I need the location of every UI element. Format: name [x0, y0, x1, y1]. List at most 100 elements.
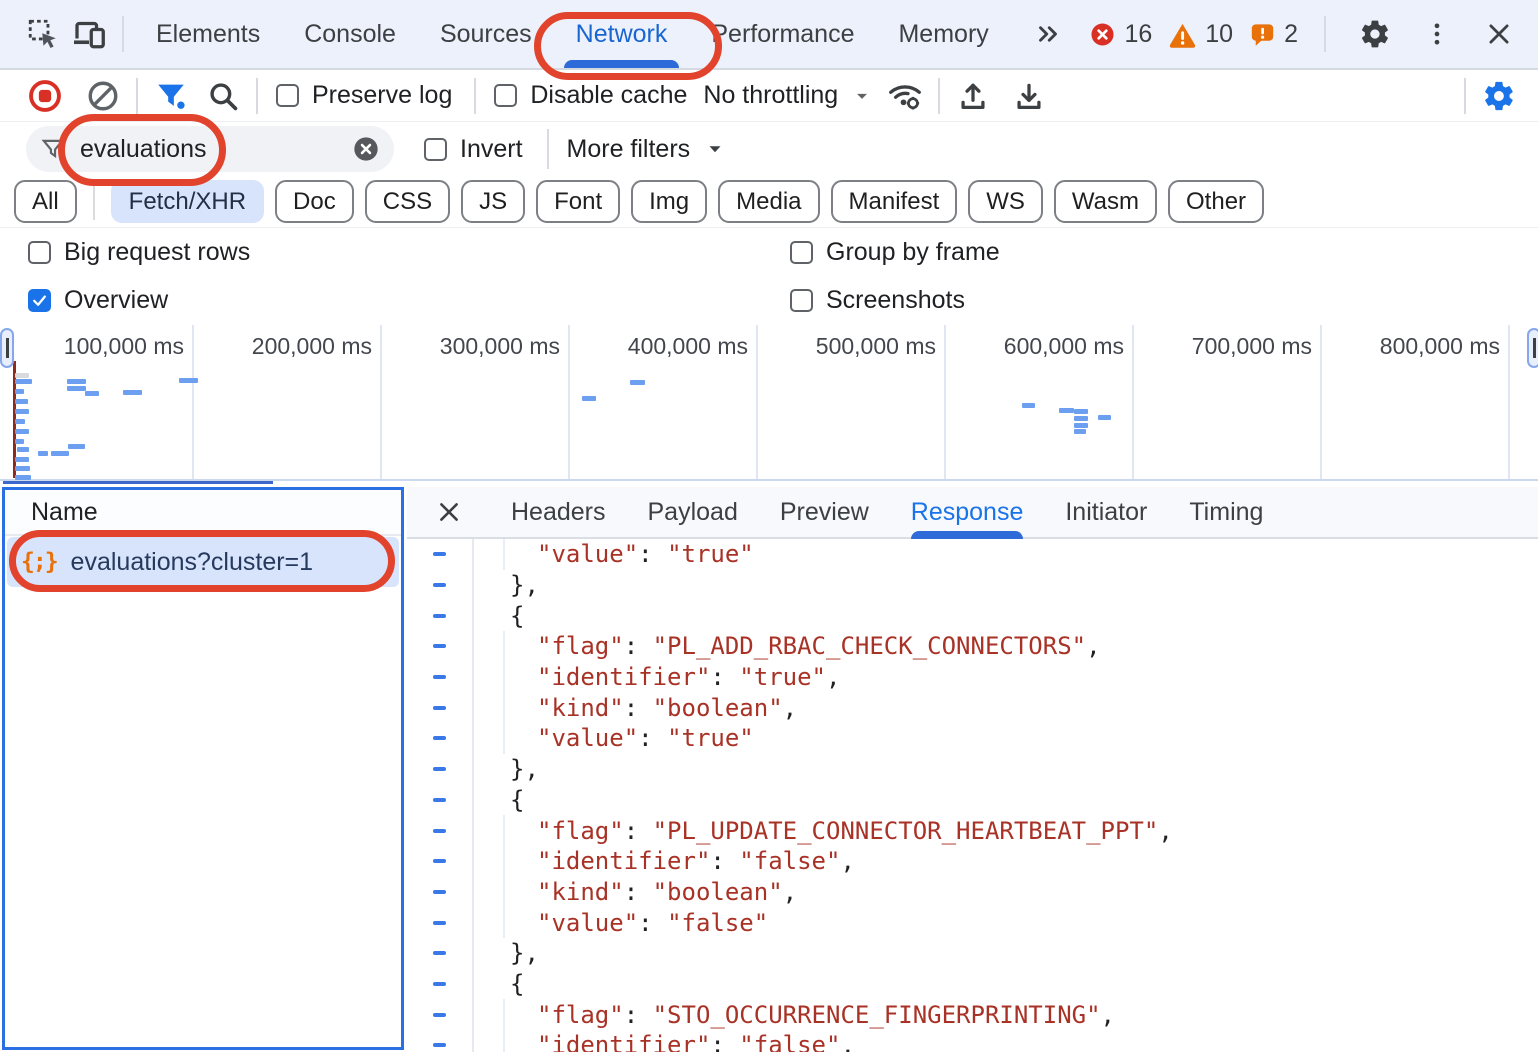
fold-gutter[interactable]	[407, 675, 472, 679]
checkbox-unchecked[interactable]	[790, 241, 813, 264]
filter-input[interactable]: evaluations	[26, 126, 394, 172]
fold-gutter[interactable]	[407, 614, 472, 618]
checkbox-unchecked[interactable]	[276, 84, 299, 107]
chip-media[interactable]: Media	[718, 180, 819, 223]
fold-gutter[interactable]	[407, 552, 472, 556]
detail-tab-response[interactable]: Response	[911, 487, 1024, 537]
network-settings-gear-icon[interactable]	[1476, 73, 1522, 119]
device-toolbar-icon[interactable]	[66, 11, 112, 57]
chip-manifest[interactable]: Manifest	[831, 180, 958, 223]
disable-cache-checkbox[interactable]: Disable cache	[494, 81, 687, 110]
checkbox-unchecked[interactable]	[28, 241, 51, 264]
network-overview-timeline[interactable]: 100,000 ms200,000 ms300,000 ms400,000 ms…	[0, 325, 1538, 481]
chip-ws[interactable]: WS	[968, 180, 1043, 223]
tab-performance[interactable]: Performance	[689, 0, 876, 68]
timeline-right-handle[interactable]	[1527, 328, 1538, 368]
fold-marker-icon[interactable]	[433, 951, 446, 955]
fold-marker-icon[interactable]	[433, 644, 446, 648]
request-row[interactable]: {;}evaluations?cluster=1	[7, 537, 399, 587]
fold-marker-icon[interactable]	[433, 829, 446, 833]
fold-marker-icon[interactable]	[433, 890, 446, 894]
chip-css[interactable]: CSS	[365, 180, 450, 223]
fold-marker-icon[interactable]	[433, 982, 446, 986]
export-har-icon[interactable]	[1006, 73, 1052, 119]
fold-marker-icon[interactable]	[433, 798, 446, 802]
clear-network-log-button[interactable]	[80, 73, 126, 119]
fold-gutter[interactable]	[407, 644, 472, 648]
fold-gutter[interactable]	[407, 951, 472, 955]
tab-console[interactable]: Console	[282, 0, 418, 68]
fold-marker-icon[interactable]	[433, 767, 446, 771]
detail-tab-headers[interactable]: Headers	[511, 487, 606, 537]
fold-gutter[interactable]	[407, 1013, 472, 1017]
inspect-element-icon[interactable]	[20, 11, 66, 57]
fold-marker-icon[interactable]	[433, 859, 446, 863]
checkbox-unchecked[interactable]	[424, 138, 447, 161]
settings-gear-icon[interactable]	[1352, 11, 1398, 57]
fold-gutter[interactable]	[407, 736, 472, 740]
big-request-rows-option[interactable]: Big request rows	[28, 228, 250, 276]
fold-marker-icon[interactable]	[433, 614, 446, 618]
close-detail-icon[interactable]	[429, 492, 469, 532]
invert-checkbox[interactable]: Invert	[424, 135, 523, 164]
chip-font[interactable]: Font	[536, 180, 620, 223]
fold-marker-icon[interactable]	[433, 1013, 446, 1017]
fold-marker-icon[interactable]	[433, 921, 446, 925]
fold-gutter[interactable]	[407, 890, 472, 894]
search-icon[interactable]	[200, 73, 246, 119]
fold-gutter[interactable]	[407, 921, 472, 925]
chip-fetch-xhr[interactable]: Fetch/XHR	[111, 180, 264, 223]
name-column-header[interactable]: Name	[5, 490, 401, 536]
detail-tab-timing[interactable]: Timing	[1189, 487, 1263, 537]
record-network-log-button[interactable]	[22, 73, 68, 119]
fold-marker-icon[interactable]	[433, 706, 446, 710]
tab-memory[interactable]: Memory	[876, 0, 1010, 68]
clear-filter-icon[interactable]	[352, 135, 380, 163]
detail-tab-preview[interactable]: Preview	[780, 487, 869, 537]
fold-gutter[interactable]	[407, 583, 472, 587]
more-tabs-icon[interactable]	[1011, 0, 1085, 68]
fold-gutter[interactable]	[407, 859, 472, 863]
fold-marker-icon[interactable]	[433, 736, 446, 740]
errors-badge[interactable]: 16	[1089, 20, 1152, 49]
network-conditions-icon[interactable]	[882, 73, 928, 119]
filter-funnel-icon[interactable]	[148, 73, 194, 119]
checkbox-unchecked[interactable]	[494, 84, 517, 107]
fold-marker-icon[interactable]	[433, 675, 446, 679]
checkbox-unchecked[interactable]	[790, 289, 813, 312]
fold-gutter[interactable]	[407, 982, 472, 986]
response-body-view[interactable]: "value": "true"},{"flag": "PL_ADD_RBAC_C…	[407, 539, 1538, 1052]
close-devtools-icon[interactable]	[1476, 11, 1522, 57]
kebab-menu-icon[interactable]	[1414, 11, 1460, 57]
tab-network[interactable]: Network	[554, 0, 690, 68]
chip-all[interactable]: All	[14, 180, 77, 223]
screenshots-option[interactable]: Screenshots	[790, 276, 965, 324]
chip-js[interactable]: JS	[461, 180, 525, 223]
detail-tab-payload[interactable]: Payload	[648, 487, 738, 537]
detail-tab-initiator[interactable]: Initiator	[1065, 487, 1147, 537]
fold-gutter[interactable]	[407, 1043, 472, 1047]
fold-gutter[interactable]	[407, 706, 472, 710]
timeline-request-bar	[51, 451, 69, 456]
group-by-frame-option[interactable]: Group by frame	[790, 228, 1000, 276]
chip-other[interactable]: Other	[1168, 180, 1264, 223]
chip-img[interactable]: Img	[631, 180, 707, 223]
more-filters-button[interactable]: More filters	[567, 135, 727, 164]
tab-elements[interactable]: Elements	[134, 0, 282, 68]
chip-doc[interactable]: Doc	[275, 180, 354, 223]
fold-gutter[interactable]	[407, 767, 472, 771]
fold-gutter[interactable]	[407, 829, 472, 833]
chip-wasm[interactable]: Wasm	[1054, 180, 1157, 223]
preserve-log-checkbox[interactable]: Preserve log	[276, 81, 452, 110]
import-har-icon[interactable]	[950, 73, 996, 119]
issues-badge[interactable]: 2	[1249, 20, 1298, 49]
fold-marker-icon[interactable]	[433, 552, 446, 556]
fold-gutter[interactable]	[407, 798, 472, 802]
warnings-badge[interactable]: 10	[1168, 20, 1233, 49]
tab-sources[interactable]: Sources	[418, 0, 554, 68]
checkbox-checked[interactable]	[28, 289, 51, 312]
fold-marker-icon[interactable]	[433, 583, 446, 587]
fold-marker-icon[interactable]	[433, 1043, 446, 1047]
overview-option[interactable]: Overview	[28, 276, 168, 324]
throttling-select[interactable]: No throttling	[703, 81, 872, 110]
